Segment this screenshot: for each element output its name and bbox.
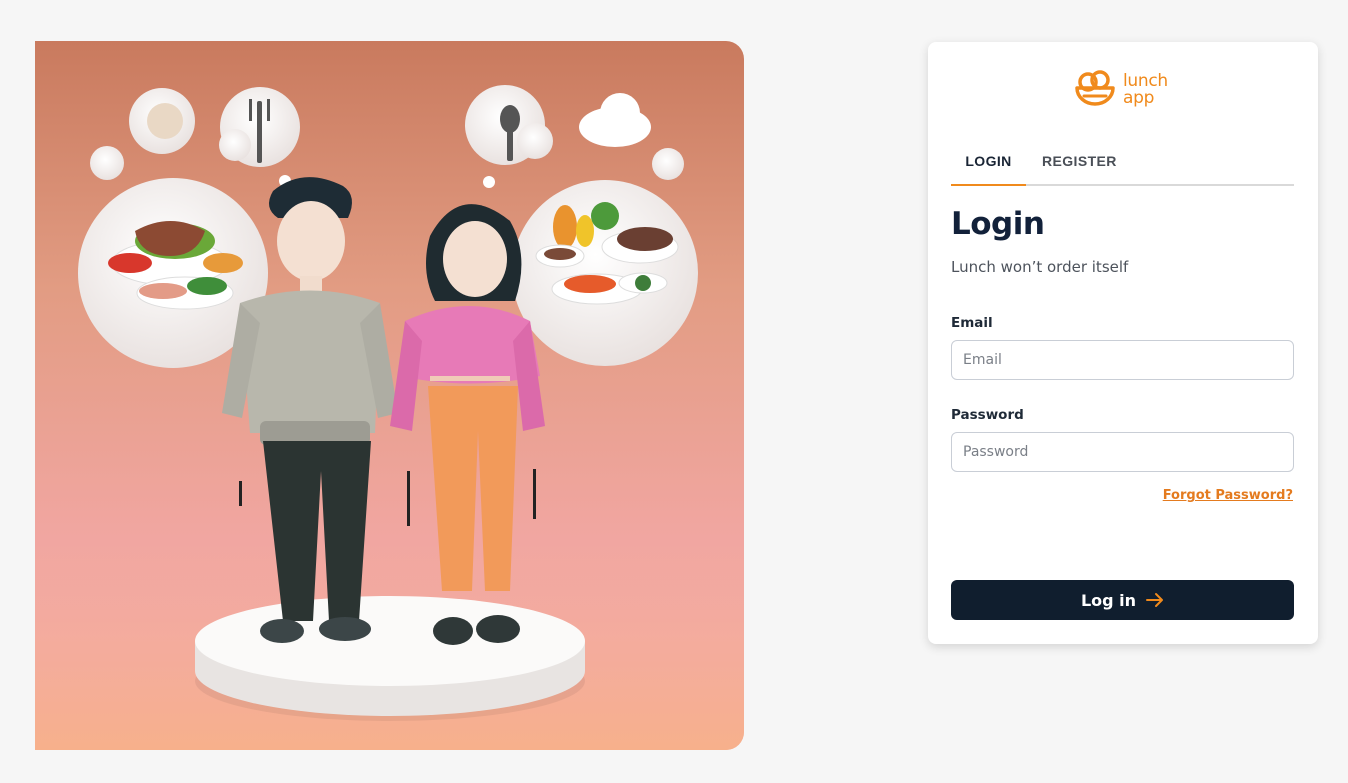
tab-login[interactable]: LOGIN xyxy=(951,150,1026,186)
spoon-bubble xyxy=(465,85,553,165)
hero-illustration xyxy=(35,41,744,750)
forgot-password-link[interactable]: Forgot Password? xyxy=(1163,488,1293,503)
email-label: Email xyxy=(951,315,993,331)
logo-line-2: app xyxy=(1123,88,1155,108)
cloud-shape xyxy=(579,93,651,147)
fork-bubble xyxy=(219,87,300,167)
illustration-art xyxy=(35,85,744,750)
password-label: Password xyxy=(951,407,1024,423)
brand-logo[interactable]: lunch app xyxy=(1074,68,1168,112)
login-button[interactable]: Log in xyxy=(951,580,1294,620)
password-field[interactable] xyxy=(951,432,1294,472)
page-subtitle: Lunch won’t order itself xyxy=(951,258,1129,276)
arrow-right-icon xyxy=(1146,593,1164,607)
page-title: Login xyxy=(951,206,1045,242)
lunch-bowl-icon xyxy=(1075,70,1115,106)
platform xyxy=(195,596,585,721)
email-field[interactable] xyxy=(951,340,1294,380)
right-food-bubble xyxy=(512,180,698,366)
auth-tabs: LOGIN REGISTER xyxy=(951,150,1294,186)
tab-register[interactable]: REGISTER xyxy=(1042,150,1117,184)
login-card: lunch app LOGIN REGISTER Login Lunch won… xyxy=(928,42,1318,644)
login-button-label: Log in xyxy=(1080,590,1137,610)
logo-wordmark: lunch app xyxy=(1123,73,1168,107)
